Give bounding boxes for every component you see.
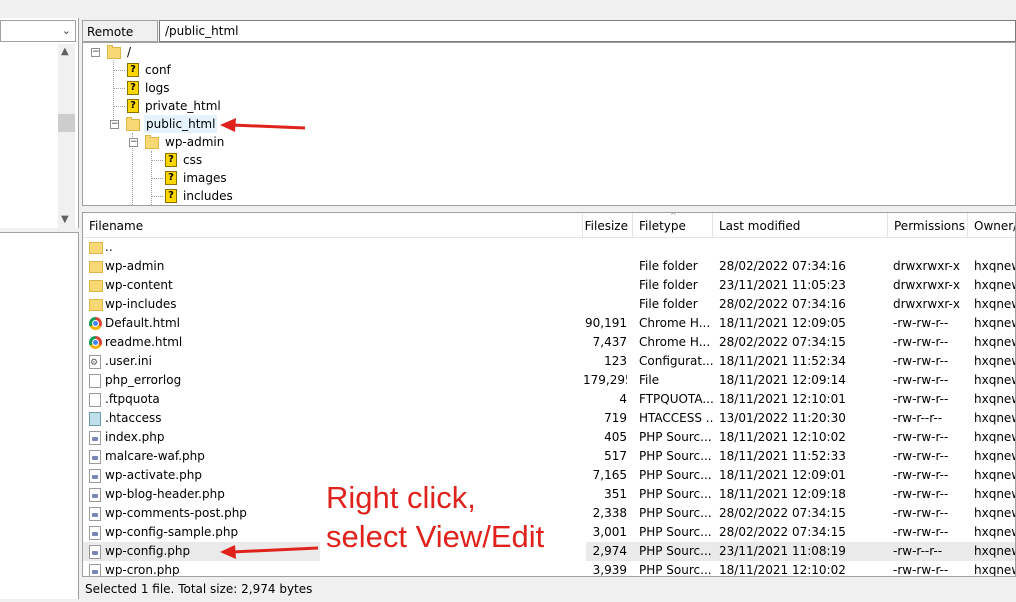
arrow-to-wp-config — [220, 545, 319, 559]
annotation-arrows — [220, 118, 319, 559]
arrow-to-public-html — [220, 118, 306, 132]
